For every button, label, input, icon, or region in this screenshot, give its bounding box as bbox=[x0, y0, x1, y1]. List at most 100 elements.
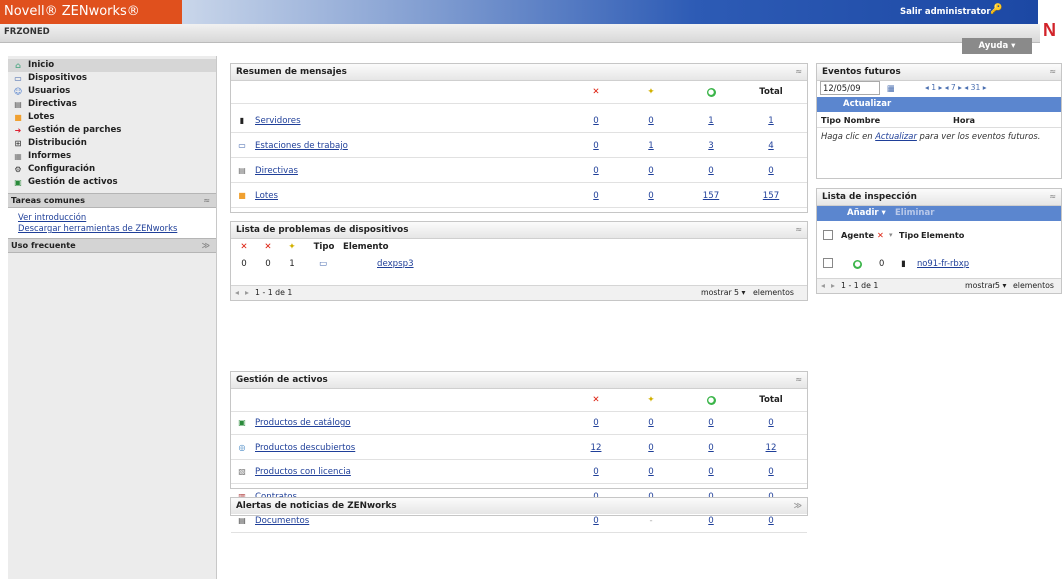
events-note: Haga clic en Actualizar para ver los eve… bbox=[821, 130, 1053, 142]
agent-status-icon: ● bbox=[853, 260, 862, 269]
warning-count[interactable]: 0 bbox=[641, 437, 661, 459]
normal-count[interactable]: 0 bbox=[696, 160, 726, 182]
watch-table-header: Agente ✕ ▾ Tipo Elemento bbox=[817, 227, 1061, 243]
logout-link[interactable]: Salir administrator bbox=[900, 7, 991, 17]
total-count[interactable]: 0 bbox=[756, 160, 786, 182]
nav-label: Gestión de activos bbox=[28, 177, 118, 187]
warning-count[interactable]: 0 bbox=[641, 160, 661, 182]
row-link[interactable]: Productos descubiertos bbox=[255, 437, 355, 459]
collapse-icon[interactable]: ≈ bbox=[1049, 64, 1056, 80]
row-link[interactable]: Servidores bbox=[255, 110, 301, 132]
total-count[interactable]: 4 bbox=[756, 135, 786, 157]
nav-inicio[interactable]: ⌂ Inicio bbox=[8, 59, 216, 72]
collapse-icon[interactable]: ≈ bbox=[795, 222, 802, 238]
normal-count[interactable]: 157 bbox=[696, 185, 726, 207]
panel-title: Gestión de activos bbox=[236, 375, 328, 385]
row-link[interactable]: Productos con licencia bbox=[255, 461, 351, 483]
select-all-checkbox[interactable] bbox=[823, 230, 833, 240]
next-page-icon[interactable]: ▸ bbox=[831, 279, 835, 293]
table-row: ▮ Servidores 0 0 1 1 bbox=[231, 110, 807, 133]
critical-count[interactable]: 12 bbox=[586, 437, 606, 459]
nav-gestion-activos[interactable]: ▣ Gestión de activos bbox=[8, 176, 216, 189]
expand-icon[interactable]: ≫ bbox=[794, 498, 802, 514]
critical-count[interactable]: 0 bbox=[586, 412, 606, 434]
total-count[interactable]: 0 bbox=[756, 461, 786, 483]
critical-icon: ✕ bbox=[877, 230, 884, 240]
col-tipo: Tipo bbox=[313, 242, 335, 252]
total-count[interactable]: 0 bbox=[756, 412, 786, 434]
total-count[interactable]: 12 bbox=[756, 437, 786, 459]
total-count[interactable]: 157 bbox=[756, 185, 786, 207]
normal-icon: ● bbox=[706, 88, 716, 97]
nav-informes[interactable]: ▦ Informes bbox=[8, 150, 216, 163]
home-icon: ⌂ bbox=[15, 61, 21, 70]
critical-icon: ✕ bbox=[592, 395, 600, 405]
nav-distribucion[interactable]: ⊞ Distribución bbox=[8, 137, 216, 150]
warning-count[interactable]: 0 bbox=[641, 110, 661, 132]
calendar-icon[interactable]: ▦ bbox=[887, 81, 895, 95]
date-navigator[interactable]: ◂ 1 ▸ ◂ 7 ▸ ◂ 31 ▸ bbox=[925, 81, 987, 95]
nav-configuracion[interactable]: ⚙ Configuración bbox=[8, 163, 216, 176]
nav-gestion-parches[interactable]: ➜ Gestión de parches bbox=[8, 124, 216, 137]
total-header: Total bbox=[759, 395, 783, 405]
normal-count[interactable]: 1 bbox=[696, 110, 726, 132]
row-checkbox[interactable] bbox=[823, 258, 833, 268]
row-link[interactable]: Productos de catálogo bbox=[255, 412, 351, 434]
nav-dispositivos[interactable]: ▭ Dispositivos bbox=[8, 72, 216, 85]
critical-count[interactable]: 0 bbox=[586, 185, 606, 207]
row-link[interactable]: Directivas bbox=[255, 160, 298, 182]
expand-icon[interactable]: ≫ bbox=[202, 239, 210, 252]
intro-link[interactable]: Ver introducción bbox=[8, 212, 216, 223]
critical-count[interactable]: 0 bbox=[586, 461, 606, 483]
normal-count[interactable]: 0 bbox=[696, 461, 726, 483]
workstation-icon: ▭ bbox=[318, 259, 328, 269]
device-link[interactable]: no91-fr-rbxp bbox=[917, 255, 969, 271]
collapse-icon[interactable]: ≈ bbox=[1049, 189, 1056, 205]
panel-header: Gestión de activos ≈ bbox=[231, 372, 807, 389]
collapse-icon[interactable]: ≈ bbox=[203, 194, 210, 207]
table-row: ▭ Estaciones de trabajo 0 1 3 4 bbox=[231, 135, 807, 158]
next-page-icon[interactable]: ▸ bbox=[245, 286, 249, 300]
date-input[interactable]: 12/05/09 bbox=[820, 81, 880, 95]
collapse-icon[interactable]: ≈ bbox=[795, 372, 802, 388]
warning-count[interactable]: 1 bbox=[641, 135, 661, 157]
help-button[interactable]: Ayuda ▾ bbox=[962, 38, 1032, 54]
prev-page-icon[interactable]: ◂ bbox=[235, 286, 239, 300]
refresh-button[interactable]: Actualizar bbox=[817, 97, 1061, 112]
add-button[interactable]: Añadir ▾ bbox=[847, 206, 886, 221]
remove-button[interactable]: Eliminar bbox=[895, 206, 934, 221]
critical-count[interactable]: 0 bbox=[586, 160, 606, 182]
policy-icon: ▤ bbox=[14, 100, 22, 109]
sort-icon[interactable]: ▾ bbox=[889, 227, 893, 243]
row-link[interactable]: Estaciones de trabajo bbox=[255, 135, 348, 157]
critical-count[interactable]: 0 bbox=[586, 110, 606, 132]
page-size-select[interactable]: 5 ▾ bbox=[995, 279, 1006, 293]
nav-directivas[interactable]: ▤ Directivas bbox=[8, 98, 216, 111]
page-size-select[interactable]: 5 ▾ bbox=[734, 286, 745, 300]
nav-lotes[interactable]: ■ Lotes bbox=[8, 111, 216, 124]
device-link[interactable]: dexpsp3 bbox=[377, 256, 437, 272]
nav-label: Configuración bbox=[28, 164, 96, 174]
pager: ◂ ▸ 1 - 1 de 1 mostrar 5 ▾ elementos bbox=[817, 278, 1061, 293]
normal-count[interactable]: 3 bbox=[696, 135, 726, 157]
refresh-link[interactable]: Actualizar bbox=[875, 131, 917, 141]
normal-count[interactable]: 0 bbox=[696, 437, 726, 459]
col-elemento: Elemento bbox=[921, 230, 965, 240]
warning-count[interactable]: 0 bbox=[641, 461, 661, 483]
common-tasks-header[interactable]: Tareas comunes ≈ bbox=[8, 193, 216, 208]
total-count[interactable]: 1 bbox=[756, 110, 786, 132]
nav-label: Lotes bbox=[28, 112, 55, 122]
critical-sort-icon[interactable]: ✕ bbox=[237, 239, 251, 255]
download-tools-link[interactable]: Descargar herramientas de ZENworks bbox=[8, 223, 216, 234]
show-label: mostrar bbox=[965, 281, 996, 290]
nav-usuarios[interactable]: ☺ Usuarios bbox=[8, 85, 216, 98]
warning-count[interactable]: 0 bbox=[641, 185, 661, 207]
normal-count[interactable]: 0 bbox=[696, 412, 726, 434]
warning-count[interactable]: 0 bbox=[641, 412, 661, 434]
row-link[interactable]: Lotes bbox=[255, 185, 278, 207]
critical-count[interactable]: 0 bbox=[586, 135, 606, 157]
frequent-header[interactable]: Uso frecuente ≫ bbox=[8, 238, 216, 253]
critical-icon: ✕ bbox=[592, 87, 600, 97]
collapse-icon[interactable]: ≈ bbox=[795, 64, 802, 80]
prev-page-icon[interactable]: ◂ bbox=[821, 279, 825, 293]
